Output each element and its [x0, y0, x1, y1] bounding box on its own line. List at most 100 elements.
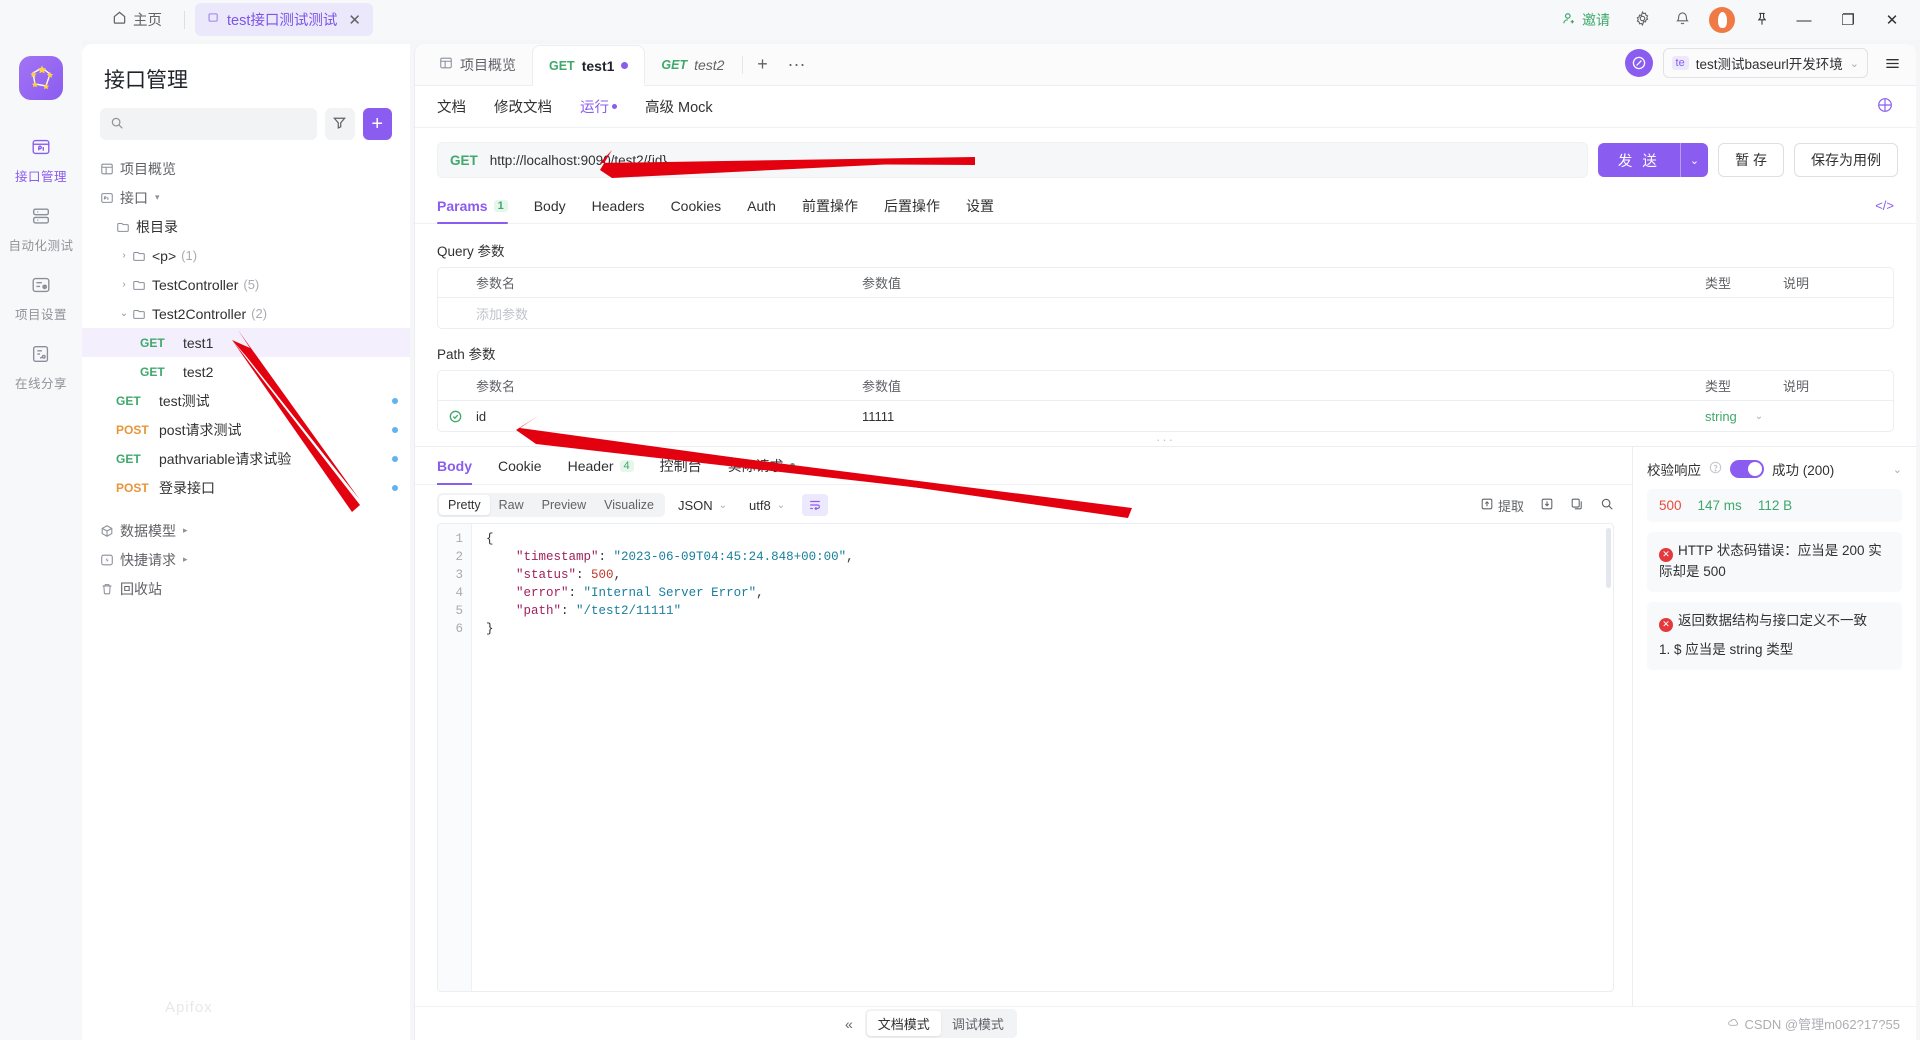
- param-value[interactable]: 11111: [862, 409, 1705, 424]
- invite-button[interactable]: 邀请: [1550, 10, 1622, 30]
- chevron-right-icon[interactable]: ›: [116, 279, 132, 290]
- help-icon[interactable]: [1709, 461, 1722, 477]
- rail-item-automation-test[interactable]: 自动化测试: [5, 195, 77, 264]
- view-mode-pretty[interactable]: Pretty: [439, 495, 490, 515]
- rtab-cookie[interactable]: Cookie: [498, 447, 542, 485]
- collapse-icon[interactable]: «: [845, 1016, 853, 1032]
- mode-document[interactable]: 文档模式: [867, 1011, 941, 1036]
- table-row[interactable]: 添加参数: [438, 298, 1893, 328]
- chevron-down-icon[interactable]: ⌄: [116, 308, 132, 319]
- pin-button[interactable]: [1742, 0, 1782, 40]
- tree-scroll[interactable]: 项目概览 接口 ▾: [82, 154, 410, 1040]
- rtab-header[interactable]: Header 4: [568, 447, 634, 485]
- encoding-select[interactable]: utf8 ⌄: [740, 498, 794, 513]
- chevron-down-icon[interactable]: ⌄: [777, 500, 785, 511]
- code-content[interactable]: { "timestamp": "2023-06-09T04:45:24.848+…: [472, 524, 1613, 991]
- request-method[interactable]: GET: [450, 153, 478, 168]
- minimize-button[interactable]: —: [1782, 0, 1826, 40]
- subtab-advanced-mock[interactable]: 高级 Mock: [645, 96, 713, 117]
- rail-item-project-settings[interactable]: 项目设置: [5, 264, 77, 333]
- home-tab[interactable]: 主页: [100, 3, 174, 36]
- tree-api-pathvariable[interactable]: GET pathvariable请求试验: [82, 444, 410, 473]
- subtab-document[interactable]: 文档: [437, 96, 466, 117]
- filter-button[interactable]: [325, 108, 355, 140]
- tab-more-button[interactable]: ···: [779, 44, 813, 85]
- chevron-right-icon[interactable]: ›: [116, 250, 132, 261]
- table-row[interactable]: id 11111 string ⌄: [438, 401, 1893, 431]
- copy-button[interactable]: [1570, 497, 1584, 514]
- tree-folder-test2controller[interactable]: ⌄ Test2Controller (2): [82, 299, 410, 328]
- rtab-body[interactable]: Body: [437, 447, 472, 485]
- environment-select[interactable]: te test测试baseurl开发环境 ⌄: [1663, 48, 1868, 78]
- ptab-cookies[interactable]: Cookies: [671, 188, 722, 224]
- search-box[interactable]: [100, 108, 317, 140]
- maximize-button[interactable]: ❐: [1826, 0, 1870, 40]
- ptab-headers[interactable]: Headers: [592, 188, 645, 224]
- chevron-down-icon[interactable]: ⌄: [1850, 57, 1859, 70]
- chevron-down-icon[interactable]: ▾: [155, 192, 160, 203]
- ptab-params[interactable]: Params 1: [437, 188, 508, 224]
- tree-item-recycle-bin[interactable]: 回收站: [82, 574, 410, 603]
- tree-folder-testcontroller[interactable]: › TestController (5): [82, 270, 410, 299]
- chevron-down-icon[interactable]: ⌄: [1755, 411, 1763, 422]
- save-draft-button[interactable]: 暂 存: [1718, 143, 1784, 177]
- ptab-pre-operation[interactable]: 前置操作: [802, 188, 858, 224]
- subtab-run[interactable]: 运行: [580, 96, 617, 117]
- menu-button[interactable]: [1878, 49, 1906, 77]
- tab-project-overview[interactable]: 项目概览: [423, 44, 532, 85]
- panel-splitter[interactable]: ···: [415, 432, 1916, 446]
- notifications-button[interactable]: [1662, 0, 1702, 40]
- code-view-icon[interactable]: </>: [1875, 198, 1894, 213]
- rail-item-api-management[interactable]: 接口管理: [5, 126, 77, 195]
- mock-settings-icon[interactable]: [1876, 96, 1894, 117]
- rtab-console[interactable]: 控制台: [660, 447, 702, 485]
- tree-api-test2[interactable]: GET test2: [82, 357, 410, 386]
- tree-item-interface[interactable]: 接口 ▾: [82, 183, 410, 212]
- url-input-box[interactable]: GET http://localhost:9090/test2/{id}: [437, 142, 1588, 178]
- environment-status-icon[interactable]: [1625, 49, 1653, 77]
- tab-test1[interactable]: GET test1: [532, 45, 645, 86]
- search-button[interactable]: [1600, 497, 1614, 514]
- ptab-post-operation[interactable]: 后置操作: [884, 188, 940, 224]
- ptab-body[interactable]: Body: [534, 188, 566, 224]
- url-input[interactable]: http://localhost:9090/test2/{id}: [490, 153, 667, 168]
- ptab-settings[interactable]: 设置: [966, 188, 994, 224]
- search-input[interactable]: [131, 117, 307, 132]
- new-tab-button[interactable]: +: [745, 44, 779, 85]
- tree-folder-p[interactable]: › <p> (1): [82, 241, 410, 270]
- ptab-auth[interactable]: Auth: [747, 188, 776, 224]
- send-button[interactable]: 发 送 ⌄: [1598, 143, 1708, 177]
- tab-test2[interactable]: GET test2: [645, 44, 740, 85]
- chevron-down-icon[interactable]: ⌄: [1681, 154, 1708, 167]
- document-tab[interactable]: test接口测试测试 ✕: [195, 3, 373, 36]
- tree-folder-root[interactable]: 根目录: [82, 212, 410, 241]
- view-mode-preview[interactable]: Preview: [533, 495, 595, 515]
- param-name[interactable]: id: [472, 409, 862, 424]
- view-mode-visualize[interactable]: Visualize: [595, 495, 663, 515]
- validation-toggle[interactable]: [1730, 460, 1764, 478]
- row-checkbox[interactable]: [438, 410, 472, 423]
- format-select[interactable]: JSON ⌄: [669, 498, 736, 513]
- close-window-button[interactable]: ✕: [1870, 0, 1914, 40]
- scrollbar[interactable]: [1606, 528, 1611, 588]
- subtab-modify-document[interactable]: 修改文档: [494, 96, 552, 117]
- close-icon[interactable]: ✕: [348, 11, 361, 29]
- tree-api-post-request[interactable]: POST post请求测试: [82, 415, 410, 444]
- response-body-code[interactable]: 123456 { "timestamp": "2023-06-09T04:45:…: [437, 523, 1614, 992]
- rtab-actual-request[interactable]: 实际请求: [728, 447, 795, 485]
- tree-item-data-model[interactable]: 数据模型 ▸: [82, 516, 410, 545]
- mode-debug[interactable]: 调试模式: [941, 1011, 1015, 1036]
- tree-api-login[interactable]: POST 登录接口: [82, 473, 410, 502]
- rail-item-online-share[interactable]: 在线分享: [5, 333, 77, 402]
- chevron-down-icon[interactable]: ⌄: [719, 500, 727, 511]
- wrap-lines-icon[interactable]: [802, 494, 828, 516]
- download-button[interactable]: [1540, 497, 1554, 514]
- view-mode-raw[interactable]: Raw: [490, 495, 533, 515]
- chevron-right-icon[interactable]: ▸: [183, 554, 188, 565]
- param-type[interactable]: string ⌄: [1705, 409, 1783, 424]
- chevron-down-icon[interactable]: ⌄: [1893, 463, 1902, 476]
- tree-api-test-ceshi[interactable]: GET test测试: [82, 386, 410, 415]
- avatar[interactable]: [1702, 0, 1742, 40]
- save-as-case-button[interactable]: 保存为用例: [1794, 143, 1898, 177]
- tree-api-test1[interactable]: GET test1: [82, 328, 410, 357]
